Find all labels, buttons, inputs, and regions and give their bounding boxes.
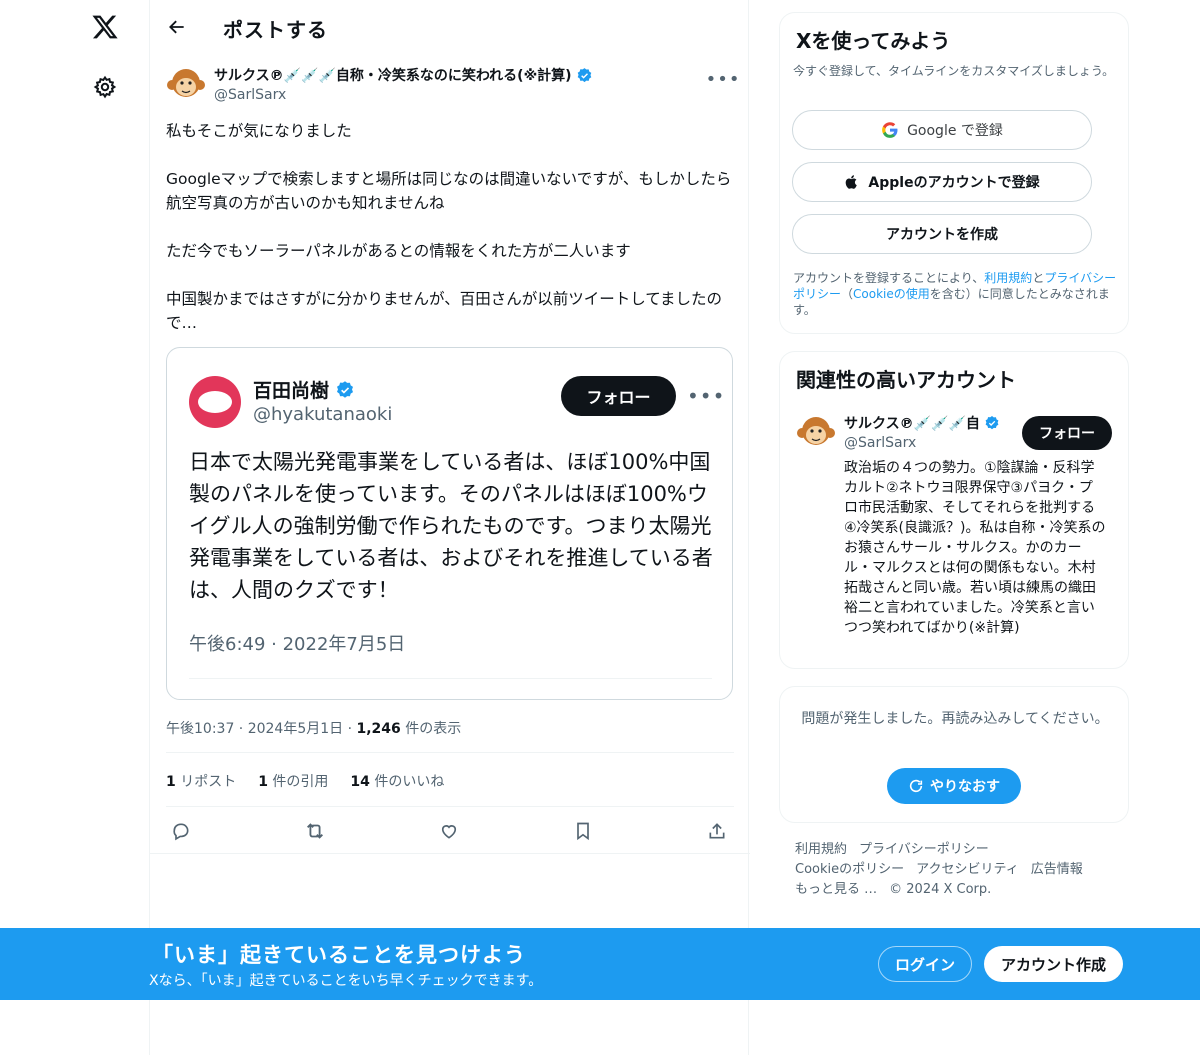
quote-author-name-text: 百田尚樹 bbox=[253, 380, 330, 402]
quote-follow-button[interactable]: フォロー bbox=[561, 376, 676, 416]
banner-subtitle: Xなら、「いま」起きていることをいち早くチェックできます。 bbox=[149, 973, 543, 989]
post-author: サルクス℗💉💉💉自称・冷笑系なのに笑われる(※計算) @SarlSarx ••• bbox=[166, 62, 740, 108]
post-meta: 午後10:37 · 2024年5月1日 · 1,246 件の表示 bbox=[166, 718, 461, 738]
avatar[interactable] bbox=[166, 64, 206, 104]
reposts-stat[interactable]: 1 リポスト bbox=[166, 771, 236, 791]
login-banner: 「いま」起きていることを見つけよう Xなら、「いま」起きていることをいち早くチェ… bbox=[0, 928, 1200, 1000]
banner-title: 「いま」起きていることを見つけよう bbox=[152, 943, 526, 967]
google-icon bbox=[882, 122, 898, 138]
left-nav bbox=[0, 0, 150, 1055]
page-title: ポストする bbox=[223, 18, 328, 42]
post-paragraph: ただ今でもソーラーパネルがあるとの情報をくれた方が二人います bbox=[166, 242, 631, 260]
more-icon[interactable]: ••• bbox=[706, 66, 740, 92]
refresh-icon bbox=[909, 779, 923, 793]
divider bbox=[166, 752, 734, 753]
footer-terms-link[interactable]: 利用規約 bbox=[795, 842, 847, 857]
action-bar bbox=[166, 818, 734, 844]
footer-ads-link[interactable]: 広告情報 bbox=[1031, 862, 1083, 877]
apple-signup-label: Appleのアカウントで登録 bbox=[868, 175, 1040, 191]
related-follow-button[interactable]: フォロー bbox=[1022, 416, 1112, 450]
verified-badge-icon bbox=[337, 380, 354, 398]
post-paragraph: Googleマップで検索しますと場所は同じなのは間違いないですが、もしかしたら航… bbox=[166, 170, 732, 212]
divider bbox=[189, 678, 712, 679]
reply-icon[interactable] bbox=[168, 818, 194, 844]
cookie-link[interactable]: Cookieの使用 bbox=[853, 287, 930, 301]
retry-label: やりなおす bbox=[930, 779, 1000, 795]
quote-avatar[interactable] bbox=[189, 376, 241, 428]
related-account-name[interactable]: サルクス℗💉💉💉自 bbox=[844, 413, 1000, 433]
apple-signup-button[interactable]: Appleのアカウントで登録 bbox=[792, 162, 1092, 202]
google-signup-label: Google で登録 bbox=[907, 123, 1003, 139]
top-bar: ポストする bbox=[150, 0, 750, 54]
footer-accessibility-link[interactable]: アクセシビリティ bbox=[916, 862, 1019, 877]
related-account-handle[interactable]: @SarlSarx bbox=[844, 435, 916, 451]
verified-badge-icon bbox=[577, 67, 591, 82]
quotes-stat[interactable]: 1 件の引用 bbox=[258, 771, 328, 791]
signup-subtitle: 今すぐ登録して、タイムラインをカスタマイズしましょう。 bbox=[793, 64, 1115, 78]
back-arrow-icon[interactable] bbox=[164, 14, 190, 40]
bookmark-icon[interactable] bbox=[570, 818, 596, 844]
footer-more-link[interactable]: もっと見る … bbox=[795, 882, 877, 897]
like-icon[interactable] bbox=[436, 818, 462, 844]
post-paragraph: 私もそこが気になりました bbox=[166, 122, 352, 140]
create-account-button[interactable]: アカウントを作成 bbox=[792, 214, 1092, 254]
apple-icon bbox=[846, 175, 858, 189]
terms-text: アカウントを登録することにより、利用規約とプライバシーポリシー（Cookieの使… bbox=[793, 271, 1117, 317]
views-label: 件の表示 bbox=[400, 721, 462, 737]
footer-copyright: © 2024 X Corp. bbox=[889, 882, 992, 897]
verified-badge-icon bbox=[985, 416, 999, 430]
post-text: 私もそこが気になりました Googleマップで検索しますと場所は同じなのは間違い… bbox=[166, 119, 738, 359]
avatar[interactable] bbox=[796, 412, 836, 452]
related-name-text: サルクス℗💉💉💉自 bbox=[844, 416, 980, 432]
quote-author-name[interactable]: 百田尚樹 bbox=[253, 376, 355, 403]
post-stats: 1 リポスト 1 件の引用 14 件のいいね bbox=[166, 771, 444, 791]
login-button[interactable]: ログイン bbox=[878, 946, 972, 982]
likes-stat[interactable]: 14 件のいいね bbox=[350, 771, 444, 791]
google-signup-button[interactable]: Google で登録 bbox=[792, 110, 1092, 150]
main-column: ポストする サルクス℗💉💉💉自称・冷笑系なのに笑われる(※計算) @SarlSa… bbox=[149, 0, 750, 1055]
error-message: 問題が発生しました。再読み込みしてください。 bbox=[801, 711, 1109, 727]
error-card: 問題が発生しました。再読み込みしてください。 やりなおす bbox=[779, 686, 1129, 823]
footer-links: 利用規約 プライバシーポリシー Cookieのポリシー アクセシビリティ 広告情報 も… bbox=[795, 840, 1125, 900]
footer-privacy-link[interactable]: プライバシーポリシー bbox=[859, 842, 989, 857]
more-icon[interactable]: ••• bbox=[687, 384, 725, 408]
retry-button[interactable]: やりなおす bbox=[887, 768, 1021, 804]
divider bbox=[166, 806, 734, 807]
post-timestamp[interactable]: 午後10:37 · 2024年5月1日 · bbox=[166, 721, 357, 737]
related-accounts-card: 関連性の高いアカウント サルクス℗💉💉💉自 @SarlSarx フォロー 政治垢… bbox=[779, 351, 1129, 669]
quote-text: 日本で太陽光発電事業をしている者は、ほぼ100%中国製のパネルを使っています。そ… bbox=[189, 450, 713, 602]
signup-title: Xを使ってみよう bbox=[796, 29, 951, 53]
gear-icon[interactable] bbox=[90, 72, 120, 102]
author-handle[interactable]: @SarlSarx bbox=[214, 87, 286, 103]
related-account-bio: 政治垢の４つの勢力。①陰謀論・反科学カルト②ネトウヨ限界保守③パヨク・プロ市民活… bbox=[844, 460, 1106, 636]
post-paragraph: 中国製かまではさすがに分かりませんが、百田さんが以前ツイートしてましたので… bbox=[166, 290, 722, 332]
quote-timestamp[interactable]: 午後6:49 · 2022年7月5日 bbox=[189, 630, 405, 656]
author-name-text: サルクス℗💉💉💉自称・冷笑系なのに笑われる(※計算) bbox=[214, 68, 572, 84]
views-count: 1,246 bbox=[356, 721, 401, 737]
x-logo-icon[interactable] bbox=[88, 10, 122, 44]
share-icon[interactable] bbox=[704, 818, 730, 844]
quote-author-handle[interactable]: @hyakutanaoki bbox=[253, 404, 392, 425]
repost-icon[interactable] bbox=[302, 818, 328, 844]
divider bbox=[150, 853, 750, 854]
terms-link[interactable]: 利用規約 bbox=[984, 271, 1032, 285]
footer-cookie-link[interactable]: Cookieのポリシー bbox=[795, 862, 904, 877]
quoted-post[interactable]: 百田尚樹 @hyakutanaoki フォロー ••• 日本で太陽光発電事業をし… bbox=[166, 347, 733, 700]
signup-button[interactable]: アカウント作成 bbox=[984, 946, 1123, 982]
signup-card: Xを使ってみよう 今すぐ登録して、タイムラインをカスタマイズしましょう。 Goo… bbox=[779, 12, 1129, 334]
related-title: 関連性の高いアカウント bbox=[796, 368, 1016, 392]
author-name[interactable]: サルクス℗💉💉💉自称・冷笑系なのに笑われる(※計算) bbox=[214, 65, 593, 85]
